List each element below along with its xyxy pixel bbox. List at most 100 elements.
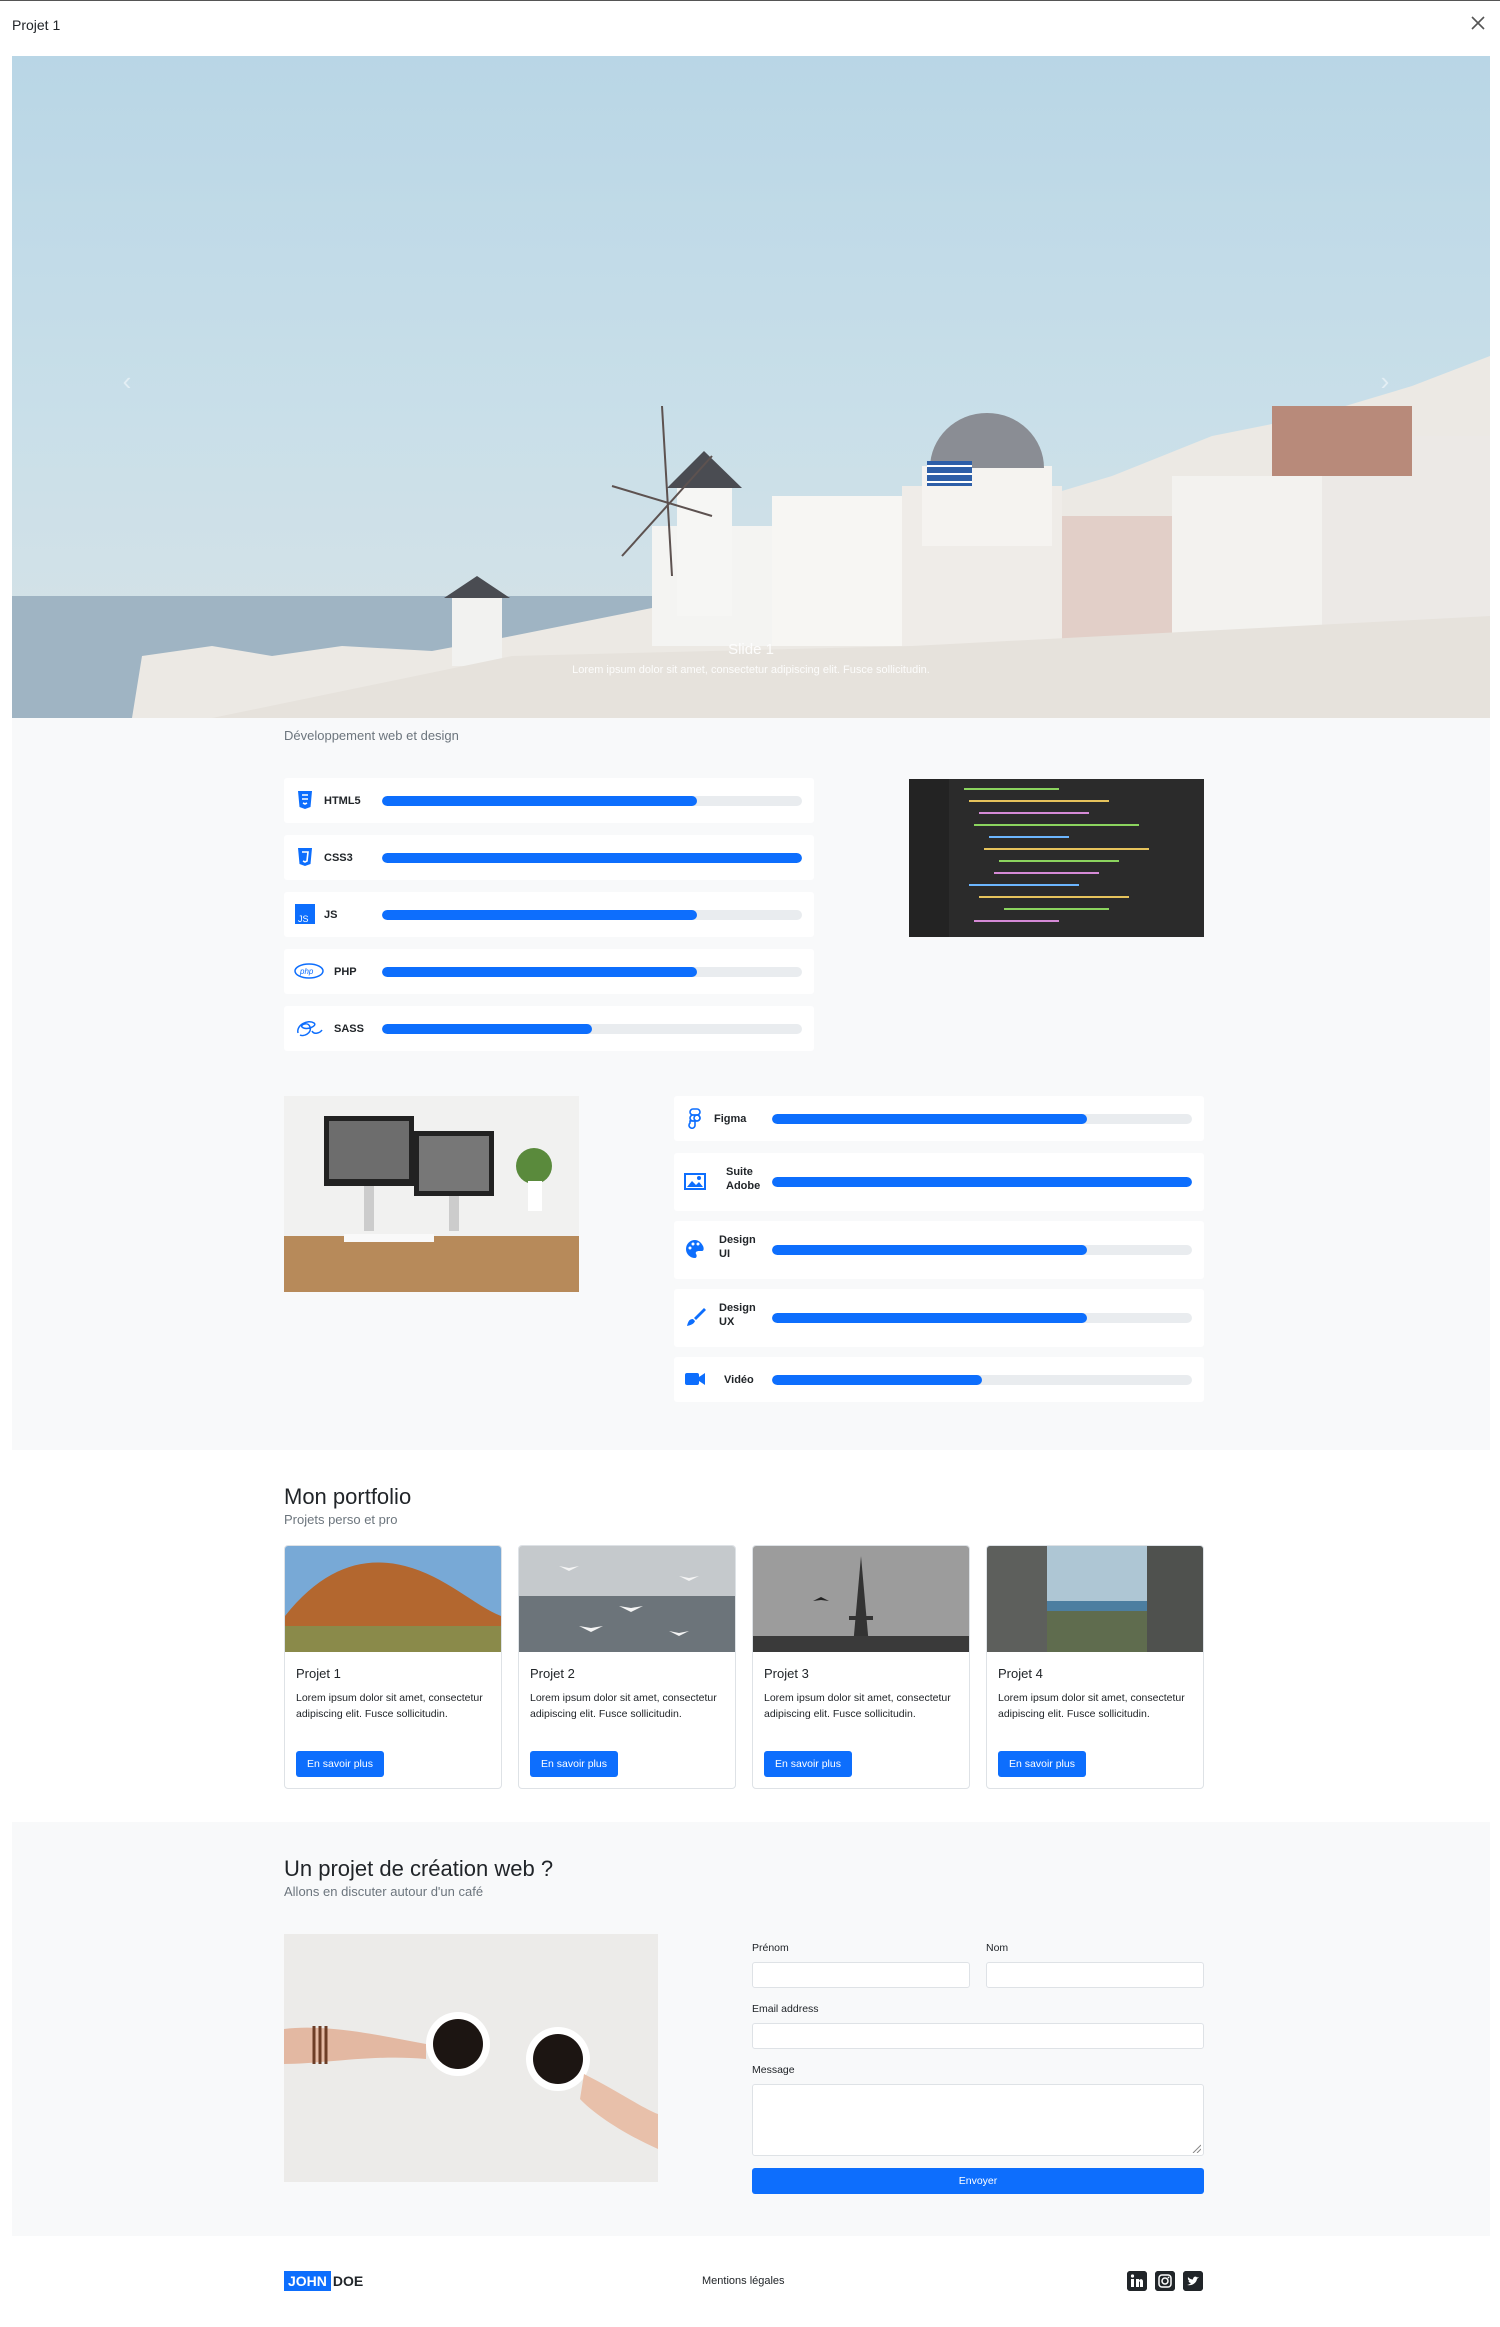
html5-icon [298,791,312,809]
close-icon[interactable] [1466,11,1490,35]
portfolio-title: Mon portfolio [284,1484,412,1509]
carousel-prev-icon[interactable]: ‹ [112,366,142,406]
firstname-label: Prénom [752,1942,789,1954]
video-icon [685,1373,705,1385]
project-card: Projet 3 Lorem ipsum dolor sit amet, con… [752,1545,970,1789]
skill-progress [382,910,802,920]
skill-row-design-ux: Design UX [674,1289,1204,1347]
code-image [909,779,1204,937]
skill-label: HTML5 [324,795,361,807]
skill-progress [382,853,802,863]
project-image [987,1546,1203,1652]
project-text: Lorem ipsum dolor sit amet, consectetur … [764,1692,951,1720]
skill-label: Figma [714,1113,747,1125]
project-card: Projet 2 Lorem ipsum dolor sit amet, con… [518,1545,736,1789]
project-title: Projet 3 [764,1666,809,1681]
portfolio-section: Mon portfolio Projets perso et pro Proje… [12,1450,1490,1822]
twitter-icon[interactable] [1183,2271,1203,2291]
contact-section: Un projet de création web ? Allons en di… [12,1822,1490,2236]
send-button[interactable]: Envoyer [752,2168,1204,2194]
portfolio-subtitle: Projets perso et pro [284,1512,398,1527]
skill-progress [382,967,802,977]
learn-more-button[interactable]: En savoir plus [530,1751,618,1777]
skill-label: Vidéo [724,1374,754,1386]
email-label: Email address [752,2003,819,2015]
project-title: Projet 4 [998,1666,1043,1681]
skill-label: CSS3 [324,852,353,864]
skill-progress [382,1024,802,1034]
skill-label: Design UI [719,1234,756,1260]
hero-image [12,356,1490,718]
coffee-image [284,1934,658,2182]
learn-more-button[interactable]: En savoir plus [296,1751,384,1777]
project-title: Projet 1 [296,1666,341,1681]
skill-row-js: JS JS [284,892,814,937]
skill-row-video: Vidéo [674,1357,1204,1402]
skill-progress-fill [772,1313,1087,1323]
skill-row-adobe: Suite Adobe [674,1153,1204,1211]
learn-more-button[interactable]: En savoir plus [764,1751,852,1777]
skill-row-figma: Figma [674,1096,1204,1141]
skill-progress [772,1245,1192,1255]
palette-icon [686,1240,704,1258]
carousel-next-icon[interactable]: › [1370,366,1400,406]
carousel-caption-text: Lorem ipsum dolor sit amet, consectetur … [572,664,930,676]
project-text: Lorem ipsum dolor sit amet, consectetur … [998,1692,1185,1720]
figma-icon [688,1108,701,1129]
lastname-label: Nom [986,1942,1009,1954]
skill-label: Suite Adobe [726,1166,761,1192]
lastname-input[interactable] [986,1962,1204,1988]
logo[interactable]: JOHN DOE [284,2271,365,2293]
skill-progress [772,1313,1192,1323]
contact-title: Un projet de création web ? [284,1856,554,1881]
resize-handle-icon[interactable] [1191,2143,1201,2153]
skill-row-css3: CSS3 [284,835,814,880]
project-image [285,1546,501,1652]
project-title: Projet 2 [530,1666,575,1681]
skill-progress [772,1114,1192,1124]
skill-row-design-ui: Design UI [674,1221,1204,1279]
linkedin-icon[interactable] [1127,2271,1147,2291]
legal-link[interactable]: Mentions légales [702,2275,785,2287]
skill-progress [772,1375,1192,1385]
skill-label: Design UX [719,1302,756,1328]
skill-row-php: php PHP [284,949,814,994]
js-icon: JS [295,904,315,924]
instagram-icon[interactable] [1155,2271,1175,2291]
project-image [753,1546,969,1652]
svg-text:php: php [299,967,314,976]
email-input[interactable] [752,2023,1204,2049]
logo-last: DOE [332,2273,364,2289]
message-label: Message [752,2064,795,2076]
learn-more-button[interactable]: En savoir plus [998,1751,1086,1777]
project-image [519,1546,735,1652]
contact-subtitle: Allons en discuter autour d'un café [284,1884,484,1899]
message-textarea[interactable] [752,2084,1204,2156]
hero-carousel: ‹ › Slide 1 Lorem ipsum dolor sit amet, … [12,56,1490,718]
skill-row-html5: HTML5 [284,778,814,823]
sass-icon [297,1021,323,1037]
desk-image [284,1096,579,1292]
skill-progress-fill [382,1024,592,1034]
carousel-caption-title: Slide 1 [728,641,774,658]
footer: JOHN DOE Mentions légales [12,2236,1490,2327]
skill-progress-fill [382,853,802,863]
project-text: Lorem ipsum dolor sit amet, consectetur … [530,1692,717,1720]
css3-icon [298,848,312,866]
skills-subtitle: Développement web et design [284,728,459,743]
skill-progress-fill [772,1114,1087,1124]
brush-icon [687,1308,706,1326]
modal-header: Projet 1 [0,0,1500,50]
image-icon [684,1173,706,1190]
skill-progress-fill [382,796,697,806]
modal-title: Projet 1 [12,17,61,33]
project-card: Projet 4 Lorem ipsum dolor sit amet, con… [986,1545,1204,1789]
skill-progress [772,1177,1192,1187]
skill-progress [382,796,802,806]
project-text: Lorem ipsum dolor sit amet, consectetur … [296,1692,483,1720]
svg-text:JS: JS [298,914,309,924]
firstname-input[interactable] [752,1962,970,1988]
skills-section: Développement web et design HTML5 CSS3 J… [12,718,1490,1450]
skill-progress-fill [772,1245,1087,1255]
skill-label: JS [324,909,338,921]
